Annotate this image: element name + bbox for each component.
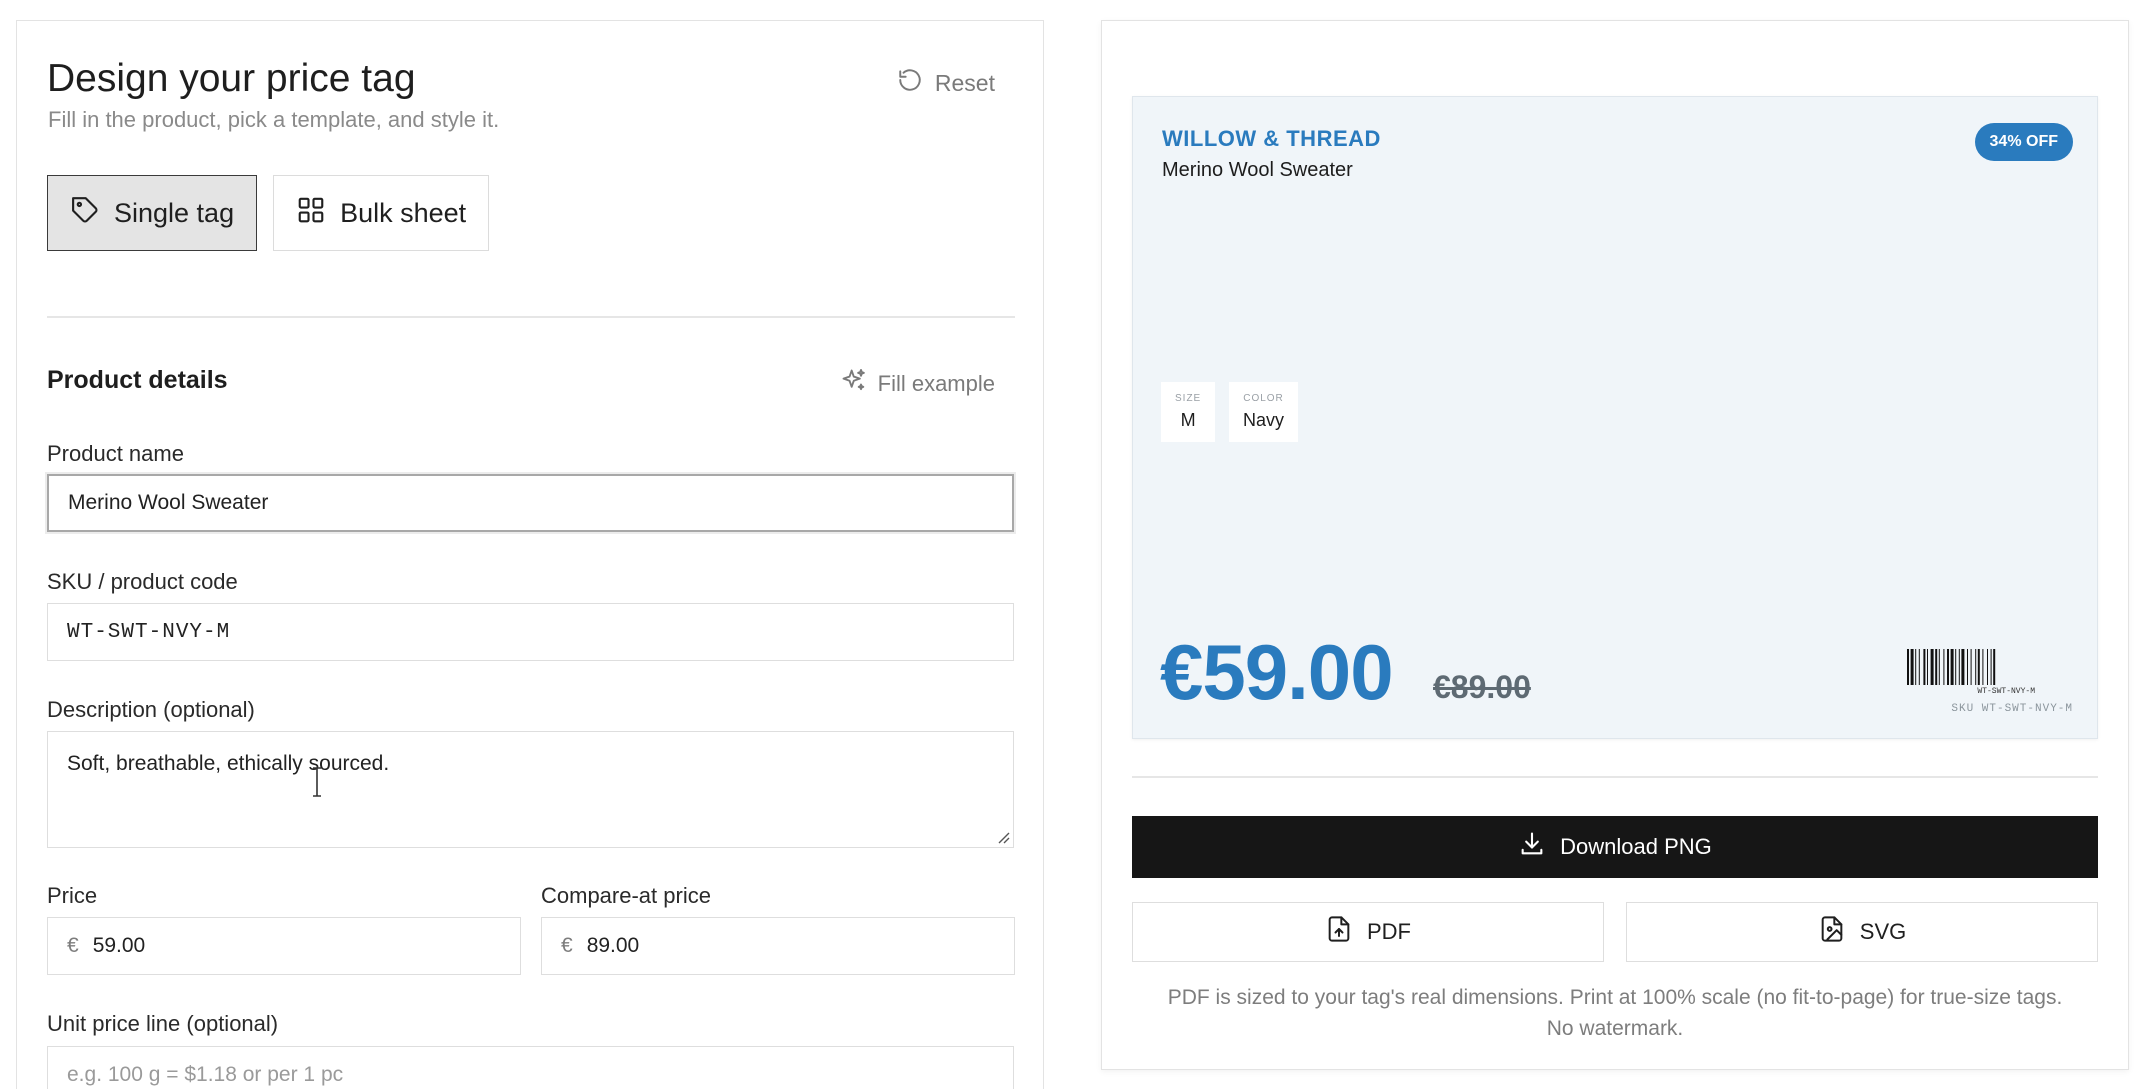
- rotate-ccw-icon: [897, 67, 923, 99]
- tab-single-tag[interactable]: Single tag: [47, 175, 258, 251]
- tag-icon: [70, 195, 100, 232]
- sku-input[interactable]: WT-SWT-NVY-M: [47, 603, 1014, 661]
- page-subtitle: Fill in the product, pick a template, an…: [48, 107, 500, 132]
- file-image-icon: [1818, 915, 1846, 949]
- export-pdf-button[interactable]: PDF: [1132, 902, 1604, 962]
- tag-sku: SKU WT-SWT-NVY-M: [1951, 703, 2073, 715]
- svg-label: SVG: [1859, 919, 1907, 944]
- divider: [1132, 776, 2098, 778]
- tag-price: €59.00: [1160, 628, 1394, 716]
- tag-product-name: Merino Wool Sweater: [1162, 159, 1353, 181]
- barcode-icon: [1907, 649, 1996, 685]
- section-title: Product details: [47, 366, 228, 394]
- unit-price-input[interactable]: e.g. 100 g = $1.18 or per 1 pc: [47, 1046, 1014, 1089]
- reset-button[interactable]: Reset: [897, 67, 995, 99]
- compare-price-value: 89.00: [586, 934, 640, 957]
- product-name-value: Merino Wool Sweater: [68, 491, 269, 514]
- export-note: PDF is sized to your tag's real dimensio…: [1132, 982, 2098, 1044]
- resize-handle-icon[interactable]: [996, 830, 1010, 844]
- preview-panel: WILLOW & THREAD Merino Wool Sweater 34% …: [1101, 20, 2129, 1070]
- attribute-value: M: [1180, 410, 1196, 430]
- description-label: Description (optional): [47, 697, 255, 722]
- export-note-line1: PDF is sized to your tag's real dimensio…: [1167, 986, 2063, 1009]
- text-cursor-icon: [313, 767, 321, 797]
- product-name-label: Product name: [47, 441, 184, 466]
- tab-bulk-sheet-label: Bulk sheet: [340, 197, 467, 228]
- currency-symbol: €: [561, 934, 573, 957]
- discount-badge: 34% OFF: [1974, 123, 2073, 161]
- product-name-input[interactable]: Merino Wool Sweater: [47, 474, 1014, 532]
- download-icon: [1518, 830, 1546, 864]
- fill-example-label: Fill example: [877, 371, 995, 396]
- mode-tabs: Single tag Bulk sheet: [47, 175, 490, 251]
- file-text-icon: [1325, 915, 1353, 949]
- attribute-value: Navy: [1243, 410, 1285, 430]
- price-input[interactable]: € 59.00: [47, 917, 521, 975]
- fill-example-button[interactable]: Fill example: [840, 367, 995, 401]
- sparkles-icon: [840, 367, 868, 401]
- attribute-chip-size: SIZE M: [1161, 382, 1216, 442]
- grid-icon: [296, 195, 326, 232]
- attribute-label: COLOR: [1243, 393, 1284, 404]
- download-png-label: Download PNG: [1560, 834, 1712, 859]
- attribute-chip-color: COLOR Navy: [1229, 382, 1299, 442]
- price-label: Price: [47, 883, 98, 908]
- editor-panel: Design your price tag Fill in the produc…: [16, 20, 1044, 1089]
- tab-bulk-sheet[interactable]: Bulk sheet: [273, 175, 490, 251]
- unit-price-placeholder: e.g. 100 g = $1.18 or per 1 pc: [67, 1063, 344, 1086]
- unit-price-label: Unit price line (optional): [47, 1011, 279, 1036]
- sku-value: WT-SWT-NVY-M: [67, 620, 231, 644]
- pdf-label: PDF: [1367, 919, 1411, 944]
- export-note-line2: No watermark.: [1546, 1017, 1684, 1040]
- tag-compare-price: €89.00: [1433, 669, 1531, 705]
- tag-brand: WILLOW & THREAD: [1162, 126, 1381, 151]
- description-value: Soft, breathable, ethically sourced.: [67, 752, 390, 775]
- reset-label: Reset: [934, 69, 995, 96]
- page-title: Design your price tag: [47, 57, 416, 100]
- barcode-caption: WT-SWT-NVY-M: [1977, 687, 2035, 696]
- divider: [47, 316, 1015, 318]
- export-svg-button[interactable]: SVG: [1626, 902, 2098, 962]
- sku-label: SKU / product code: [47, 569, 238, 594]
- description-textarea[interactable]: Soft, breathable, ethically sourced.: [47, 731, 1014, 848]
- tab-single-tag-label: Single tag: [114, 197, 235, 228]
- compare-price-label: Compare-at price: [541, 883, 711, 908]
- price-value: 59.00: [92, 934, 146, 957]
- price-tag-preview: WILLOW & THREAD Merino Wool Sweater 34% …: [1132, 96, 2098, 739]
- currency-symbol: €: [67, 934, 79, 957]
- attribute-label: SIZE: [1175, 393, 1202, 404]
- compare-price-input[interactable]: € 89.00: [541, 917, 1015, 975]
- download-png-button[interactable]: Download PNG: [1132, 816, 2098, 878]
